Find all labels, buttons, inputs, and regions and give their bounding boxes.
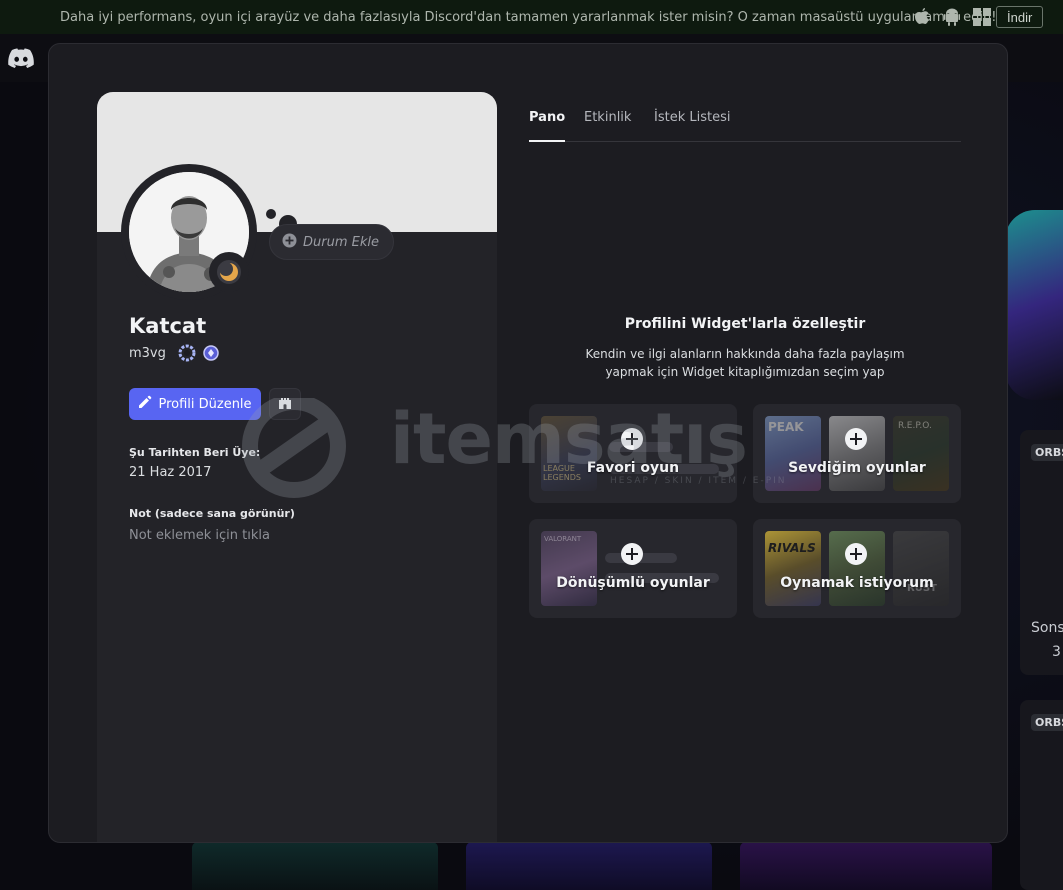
game-thumbnail: VALORANT <box>541 531 597 606</box>
server-tag-button[interactable] <box>269 388 301 420</box>
orbs-badge: ORBS <box>1031 444 1063 461</box>
note-label: Not (sadece sana görünür) <box>129 507 295 520</box>
nitro-badge-icon[interactable] <box>178 344 196 362</box>
game-thumbnail: RIVALS <box>765 531 821 606</box>
widget-card-want-to-play[interactable]: RIVALS RUST Oynamak istiyorum <box>753 519 961 618</box>
game-thumbnail-title: PEAK <box>768 420 804 434</box>
widget-card-favorite-games[interactable]: PEAK R.E.P.O. Sevdiğim oyunlar <box>753 404 961 503</box>
orbs-badge: ORBS <box>1031 714 1063 731</box>
pencil-icon <box>138 395 152 413</box>
widget-card-label: Sevdiğim oyunlar <box>788 460 926 476</box>
add-widget-plus-icon[interactable] <box>621 428 643 450</box>
background-card-title: Sons <box>1031 620 1063 636</box>
background-tile <box>192 842 438 890</box>
widget-subtitle: Kendin ve ilgi alanların hakkında daha f… <box>529 345 961 381</box>
banner-text: Daha iyi performans, oyun içi arayüz ve … <box>60 9 997 25</box>
background-card <box>1020 430 1063 675</box>
add-widget-plus-icon[interactable] <box>845 543 867 565</box>
member-since-date: 21 Haz 2017 <box>129 465 212 480</box>
game-thumbnail-title: VALORANT <box>544 535 582 543</box>
background-art <box>1005 210 1063 400</box>
display-name: Katcat <box>129 314 207 338</box>
profile-panel: Durum Ekle Katcat m3vg Profili Düzenle Ş… <box>97 92 497 842</box>
apple-icon[interactable] <box>912 7 932 27</box>
add-status-button[interactable]: Durum Ekle <box>269 224 394 260</box>
game-thumbnail-title: RIVALS <box>768 541 816 555</box>
widget-subtitle-line: yapmak için Widget kitaplığımızdan seçim… <box>605 365 885 379</box>
quest-badge-icon[interactable] <box>202 344 220 362</box>
game-thumbnail: PEAK <box>765 416 821 491</box>
widget-subtitle-line: Kendin ve ilgi alanların hakkında daha f… <box>585 347 905 361</box>
game-thumbnail-title: R.E.P.O. <box>898 421 932 431</box>
widget-card-favorite-game[interactable]: LEAGUE LEGENDS Favori oyun <box>529 404 737 503</box>
game-thumbnail: R.E.P.O. <box>893 416 949 491</box>
tab-pano[interactable]: Pano <box>529 110 566 142</box>
add-status-label: Durum Ekle <box>303 234 379 250</box>
username: m3vg <box>129 345 166 361</box>
background-tile <box>740 842 992 890</box>
castle-icon <box>278 395 292 414</box>
game-thumbnail: RUST <box>893 531 949 606</box>
platform-icons <box>912 7 992 27</box>
widget-card-rotating-games[interactable]: VALORANT Dönüşümlü oyunlar <box>529 519 737 618</box>
android-icon[interactable] <box>942 7 962 27</box>
tab-etkinlik[interactable]: Etkinlik <box>584 110 631 142</box>
game-thumbnail: LEAGUE LEGENDS <box>541 416 597 491</box>
status-idle <box>209 252 249 292</box>
discord-logo-icon[interactable] <box>8 48 34 72</box>
add-widget-plus-icon[interactable] <box>845 428 867 450</box>
plus-circle-icon <box>282 233 297 252</box>
download-button[interactable]: İndir <box>996 6 1044 28</box>
background-card-count: 3 <box>1052 644 1061 660</box>
status-bubble <box>266 209 276 219</box>
profile-modal: Durum Ekle Katcat m3vg Profili Düzenle Ş… <box>48 43 1008 843</box>
profile-tabs: Pano Etkinlik İstek Listesi <box>529 110 961 142</box>
widget-title: Profilini Widget'larla özelleştir <box>624 316 866 332</box>
widget-card-label: Favori oyun <box>586 460 680 476</box>
member-since-label: Şu Tarihten Beri Üye: <box>129 446 261 459</box>
note-input[interactable]: Not eklemek için tıkla <box>129 528 270 543</box>
edit-profile-label: Profili Düzenle <box>158 396 252 412</box>
edit-profile-button[interactable]: Profili Düzenle <box>129 388 261 420</box>
tab-istek-listesi[interactable]: İstek Listesi <box>654 110 730 142</box>
download-banner: Daha iyi performans, oyun içi arayüz ve … <box>0 0 1063 34</box>
windows-icon[interactable] <box>972 7 992 27</box>
background-tile <box>466 842 712 890</box>
add-widget-plus-icon[interactable] <box>621 543 643 565</box>
widget-card-label: Dönüşümlü oyunlar <box>556 575 710 591</box>
widget-card-label: Oynamak istiyorum <box>780 575 934 591</box>
username-row: m3vg <box>129 344 220 362</box>
